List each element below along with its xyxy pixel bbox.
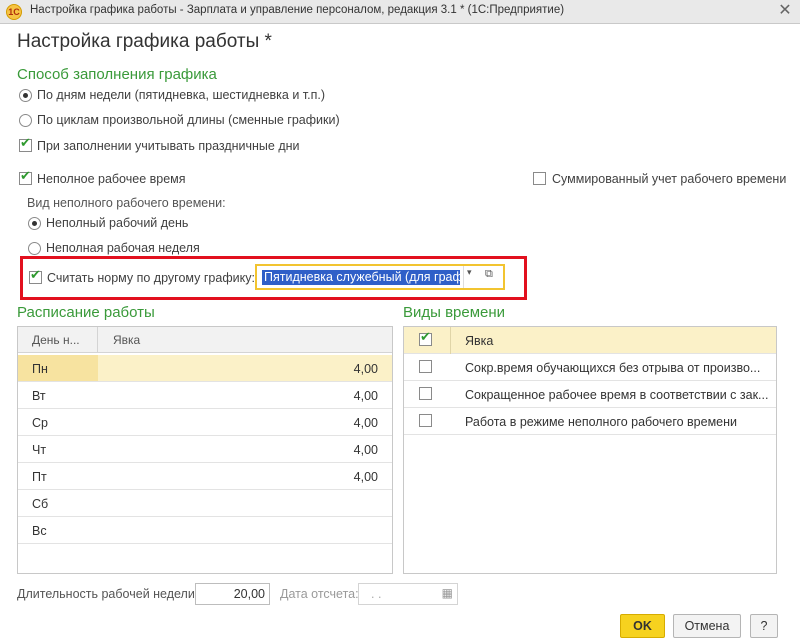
row-hours[interactable]: 4,00 [354, 416, 378, 430]
radio-cycles[interactable] [19, 114, 32, 127]
norm-other-schedule-label[interactable]: Считать норму по другому графику: [47, 271, 255, 285]
row-hours[interactable]: 4,00 [354, 443, 378, 457]
table-row[interactable]: Вт 4,00 [18, 382, 392, 409]
calendar-icon[interactable]: ▦ [442, 586, 453, 600]
list-item[interactable]: Сокращенное рабочее время в соответствии… [404, 381, 776, 408]
part-time-checkbox[interactable] [19, 169, 32, 185]
holidays-checkbox[interactable] [19, 136, 32, 152]
selected-cell [18, 355, 98, 381]
time-type-checkbox[interactable] [419, 387, 432, 400]
reference-date-value[interactable]: . . [371, 587, 381, 601]
week-length-value[interactable]: 20,00 [234, 587, 265, 601]
week-length-label: Длительность рабочей недели: [17, 587, 199, 601]
table-row[interactable]: Пн 4,00 [18, 355, 392, 382]
cancel-button[interactable]: Отмена [673, 614, 741, 638]
norm-schedule-field[interactable]: Пятидневка служебный (для графи ▾ ⧉ [255, 264, 505, 290]
radio-weekdays-label[interactable]: По дням недели (пятидневка, шестидневка … [37, 88, 325, 102]
column-divider [450, 327, 451, 354]
app-logo-icon: 1С [6, 4, 22, 20]
row-hours[interactable]: 4,00 [354, 389, 378, 403]
table-row[interactable]: Пт 4,00 [18, 463, 392, 490]
schedule-table[interactable]: День н... Явка Пн 4,00 Вт 4,00 Ср 4,00 Ч… [17, 326, 393, 574]
part-time-checkbox-label[interactable]: Неполное рабочее время [37, 172, 186, 186]
col-header-attendance[interactable]: Явка [113, 333, 140, 347]
radio-part-week-label[interactable]: Неполная рабочая неделя [46, 241, 200, 255]
row-day: Чт [32, 443, 47, 457]
time-types-table[interactable]: Явка Сокр.время обучающихся без отрыва о… [403, 326, 777, 574]
part-time-kind-label: Вид неполного рабочего времени: [27, 196, 226, 210]
row-day: Пт [32, 470, 47, 484]
schedule-table-header: День н... Явка [18, 327, 392, 353]
table-row[interactable]: Чт 4,00 [18, 436, 392, 463]
field-divider [463, 266, 464, 288]
time-type-label: Явка [465, 334, 494, 348]
holidays-checkbox-label[interactable]: При заполнении учитывать праздничные дни [37, 139, 300, 153]
radio-cycles-label[interactable]: По циклам произвольной длины (сменные гр… [37, 113, 340, 127]
window-title: Настройка графика работы - Зарплата и уп… [30, 4, 565, 16]
row-day: Вт [32, 389, 46, 403]
open-form-icon[interactable]: ⧉ [485, 267, 493, 281]
list-item[interactable]: Явка [404, 327, 776, 354]
page-title: Настройка графика работы * [17, 31, 272, 52]
radio-part-day[interactable] [28, 217, 41, 230]
week-length-input[interactable]: 20,00 [195, 583, 270, 605]
row-day: Вс [32, 524, 47, 538]
time-types-heading: Виды времени [403, 304, 506, 321]
radio-part-week[interactable] [28, 242, 41, 255]
row-day: Ср [32, 416, 48, 430]
radio-part-day-label[interactable]: Неполный рабочий день [46, 216, 188, 230]
list-item[interactable]: Работа в режиме неполного рабочего време… [404, 408, 776, 435]
list-item[interactable]: Сокр.время обучающихся без отрыва от про… [404, 354, 776, 381]
time-type-checkbox[interactable] [419, 360, 432, 373]
reference-date-input[interactable]: . . ▦ [358, 583, 458, 605]
chevron-down-icon[interactable]: ▾ [467, 268, 472, 278]
schedule-heading: Расписание работы [17, 304, 155, 321]
table-row[interactable]: Ср 4,00 [18, 409, 392, 436]
ok-button[interactable]: OK [620, 614, 665, 638]
summarized-accounting-checkbox[interactable] [533, 172, 546, 185]
row-day: Сб [32, 497, 49, 511]
help-button[interactable]: ? [750, 614, 778, 638]
summarized-accounting-label[interactable]: Суммированный учет рабочего времени [552, 172, 786, 186]
header-divider [97, 327, 98, 353]
time-type-label: Сокращенное рабочее время в соответствии… [465, 388, 769, 402]
reference-date-label: Дата отсчета: [280, 587, 359, 601]
norm-other-schedule-checkbox[interactable] [29, 268, 42, 284]
time-type-checkbox[interactable] [419, 330, 432, 346]
time-type-label: Работа в режиме неполного рабочего време… [465, 415, 738, 429]
window-title-bar: 1С Настройка графика работы - Зарплата и… [0, 0, 800, 24]
time-type-label: Сокр.время обучающихся без отрыва от про… [465, 361, 761, 375]
row-hours[interactable]: 4,00 [354, 362, 378, 376]
col-header-day[interactable]: День н... [32, 333, 80, 347]
norm-schedule-value[interactable]: Пятидневка служебный (для графи [262, 270, 460, 285]
close-icon[interactable]: ✕ [774, 1, 796, 21]
radio-weekdays[interactable] [19, 89, 32, 102]
row-hours[interactable]: 4,00 [354, 470, 378, 484]
time-type-checkbox[interactable] [419, 414, 432, 427]
table-row[interactable]: Вс [18, 517, 392, 544]
table-row[interactable]: Сб [18, 490, 392, 517]
row-day: Пн [32, 362, 48, 376]
fill-method-heading: Способ заполнения графика [17, 66, 217, 83]
